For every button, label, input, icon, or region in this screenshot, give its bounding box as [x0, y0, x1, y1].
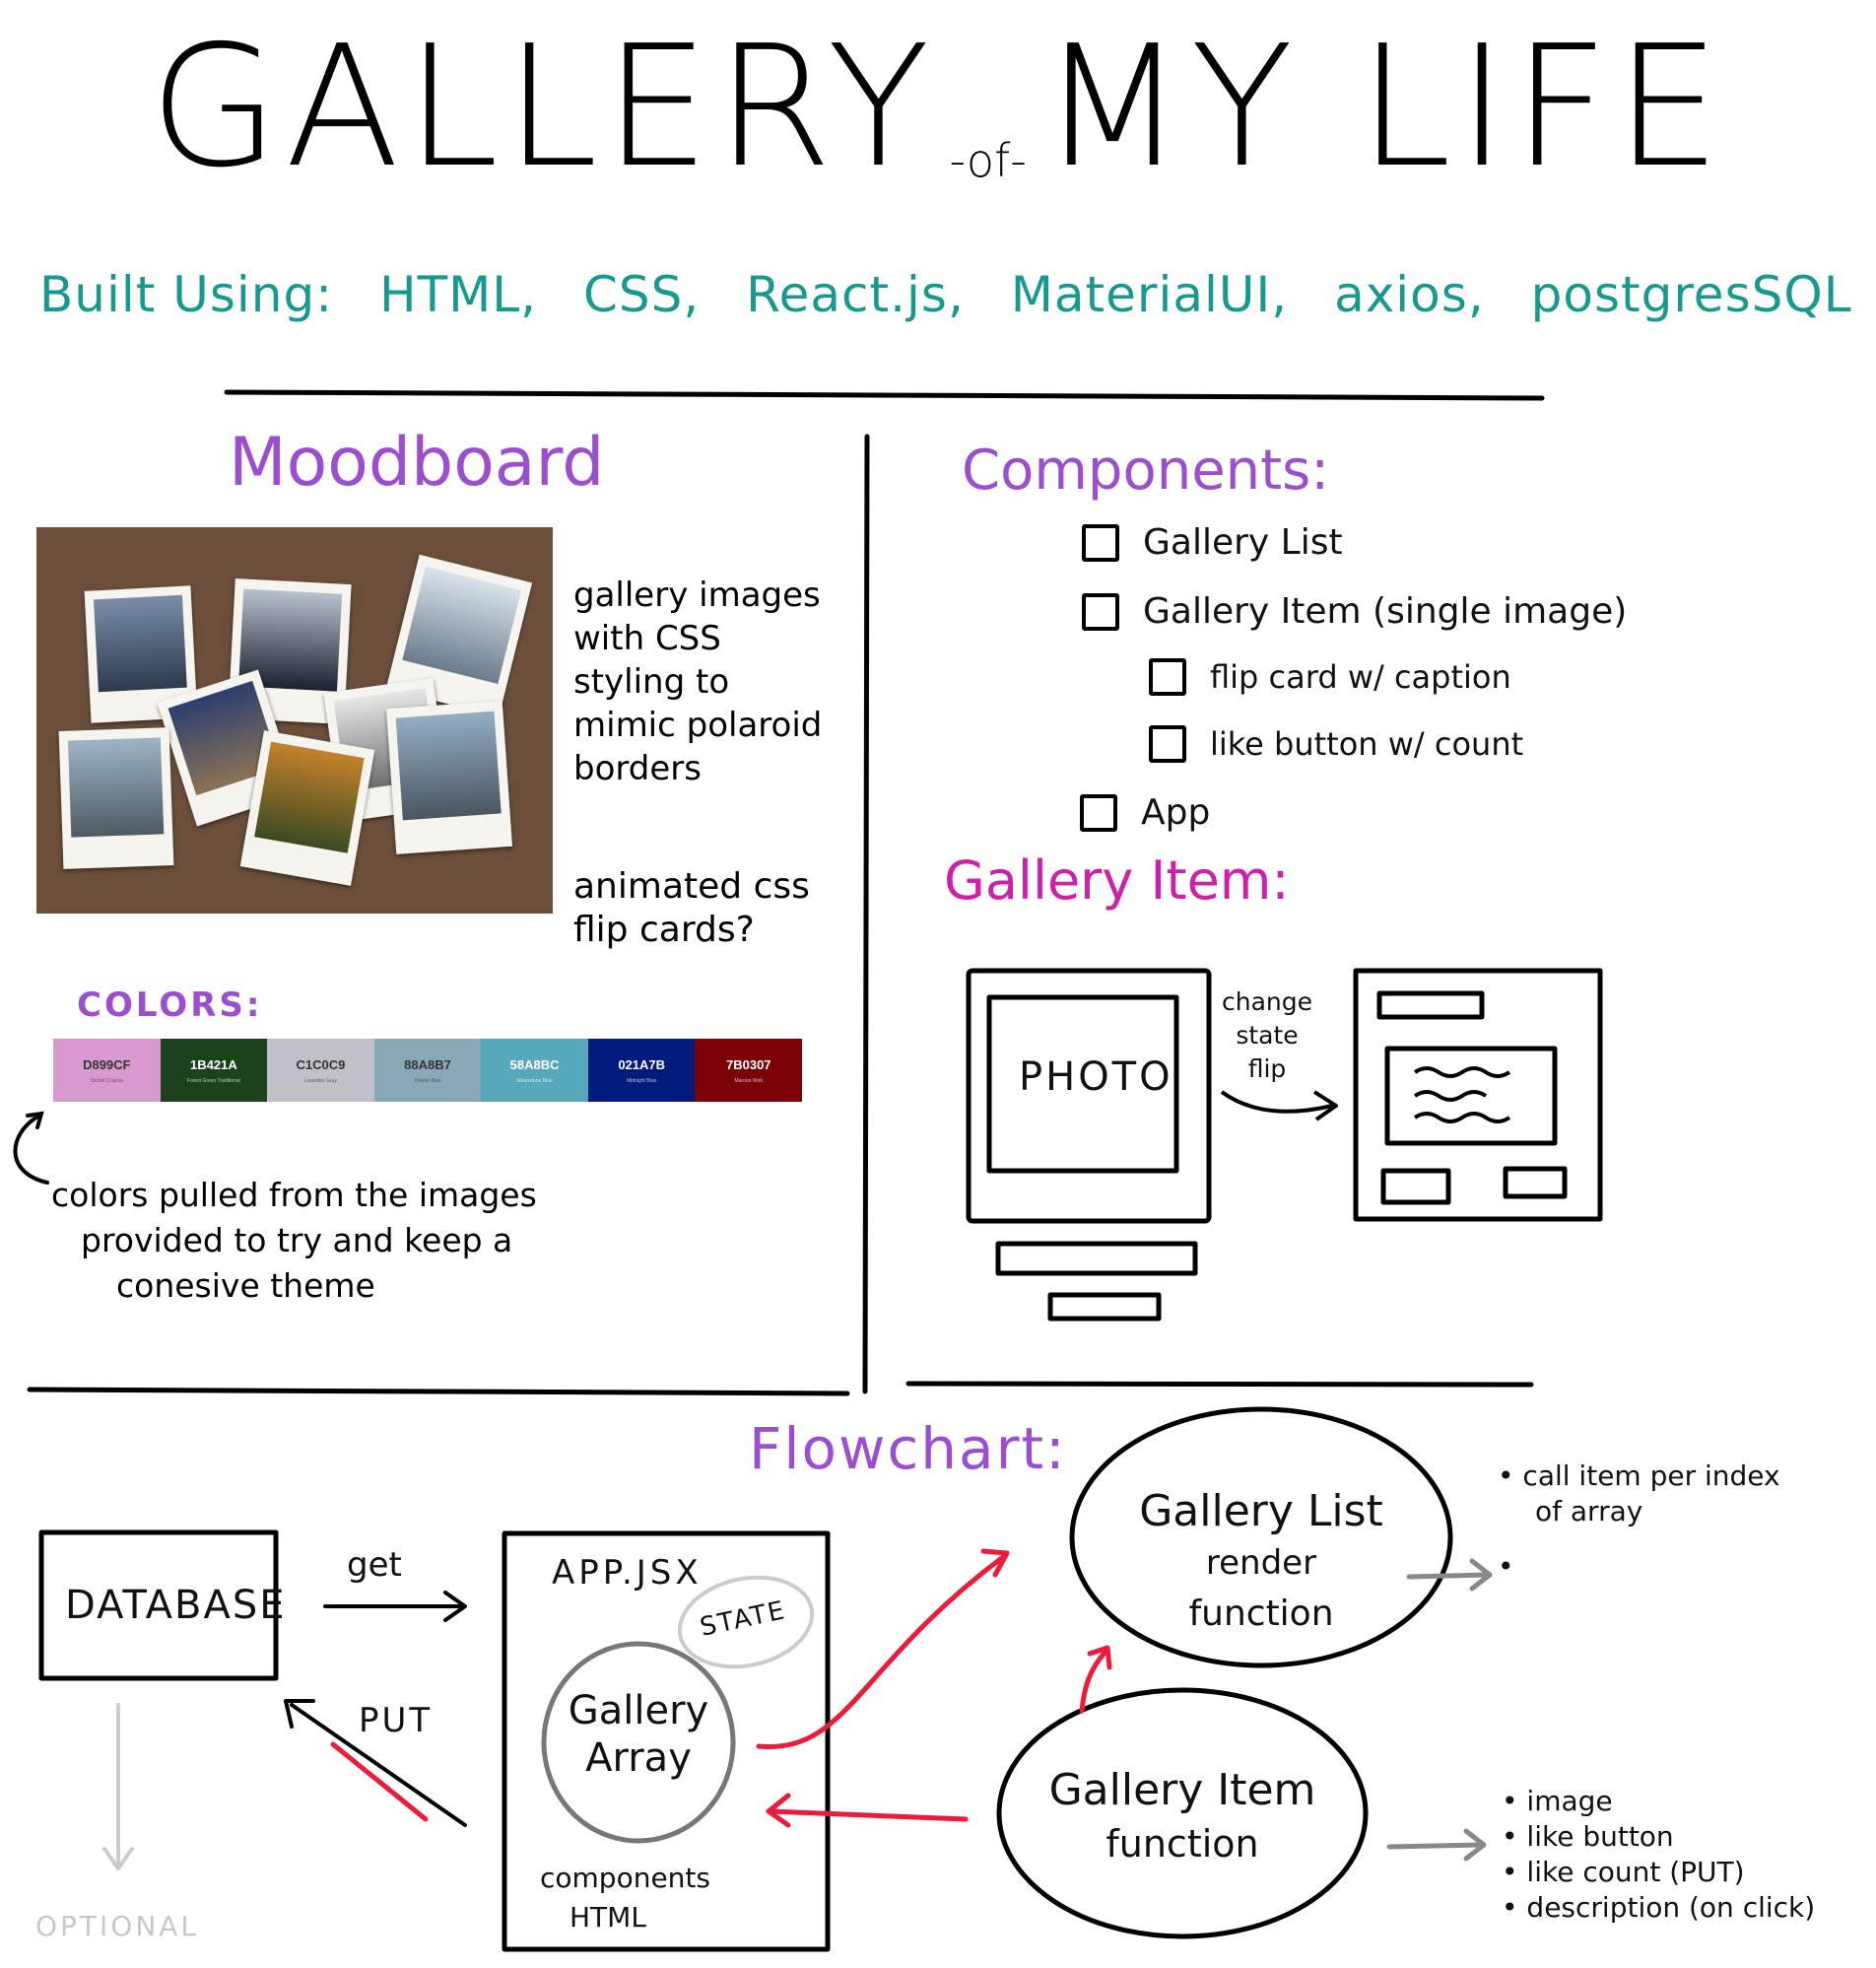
app-title: APP.JSX [552, 1553, 703, 1593]
list-bullet-cont: of array [1535, 1495, 1643, 1527]
get-label: get [347, 1545, 402, 1585]
put-highlight [330, 1741, 429, 1822]
database-label: DATABASE [65, 1583, 287, 1628]
list-bullet: • call item per index [1498, 1459, 1780, 1492]
item-bullets-arrow [1386, 1842, 1485, 1850]
gallery-array-label: Gallery Array [568, 1688, 709, 1781]
gallery-list-label: Gallery List render function [1139, 1486, 1383, 1634]
item-bullet: • like count (PUT) [1502, 1856, 1745, 1888]
optional-label: OPTIONAL [35, 1910, 200, 1942]
gallery-item-label: Gallery Item function [1048, 1765, 1316, 1866]
item-bullet: • like button [1502, 1820, 1674, 1853]
flowchart-diagram [38, 1406, 1493, 1952]
list-bullet: • [1498, 1550, 1514, 1583]
put-label: PUT [359, 1701, 434, 1740]
list-node-bullets: • call item per index of array • [1498, 1459, 1780, 1585]
item-bullet: • description (on click) [1502, 1891, 1816, 1924]
components-html-label: components HTML [540, 1862, 710, 1934]
item-node-bullets: • image • like button • like count (PUT)… [1502, 1784, 1815, 1926]
item-bullet: • image [1502, 1785, 1613, 1817]
item-to-array-arrow [768, 1808, 969, 1822]
